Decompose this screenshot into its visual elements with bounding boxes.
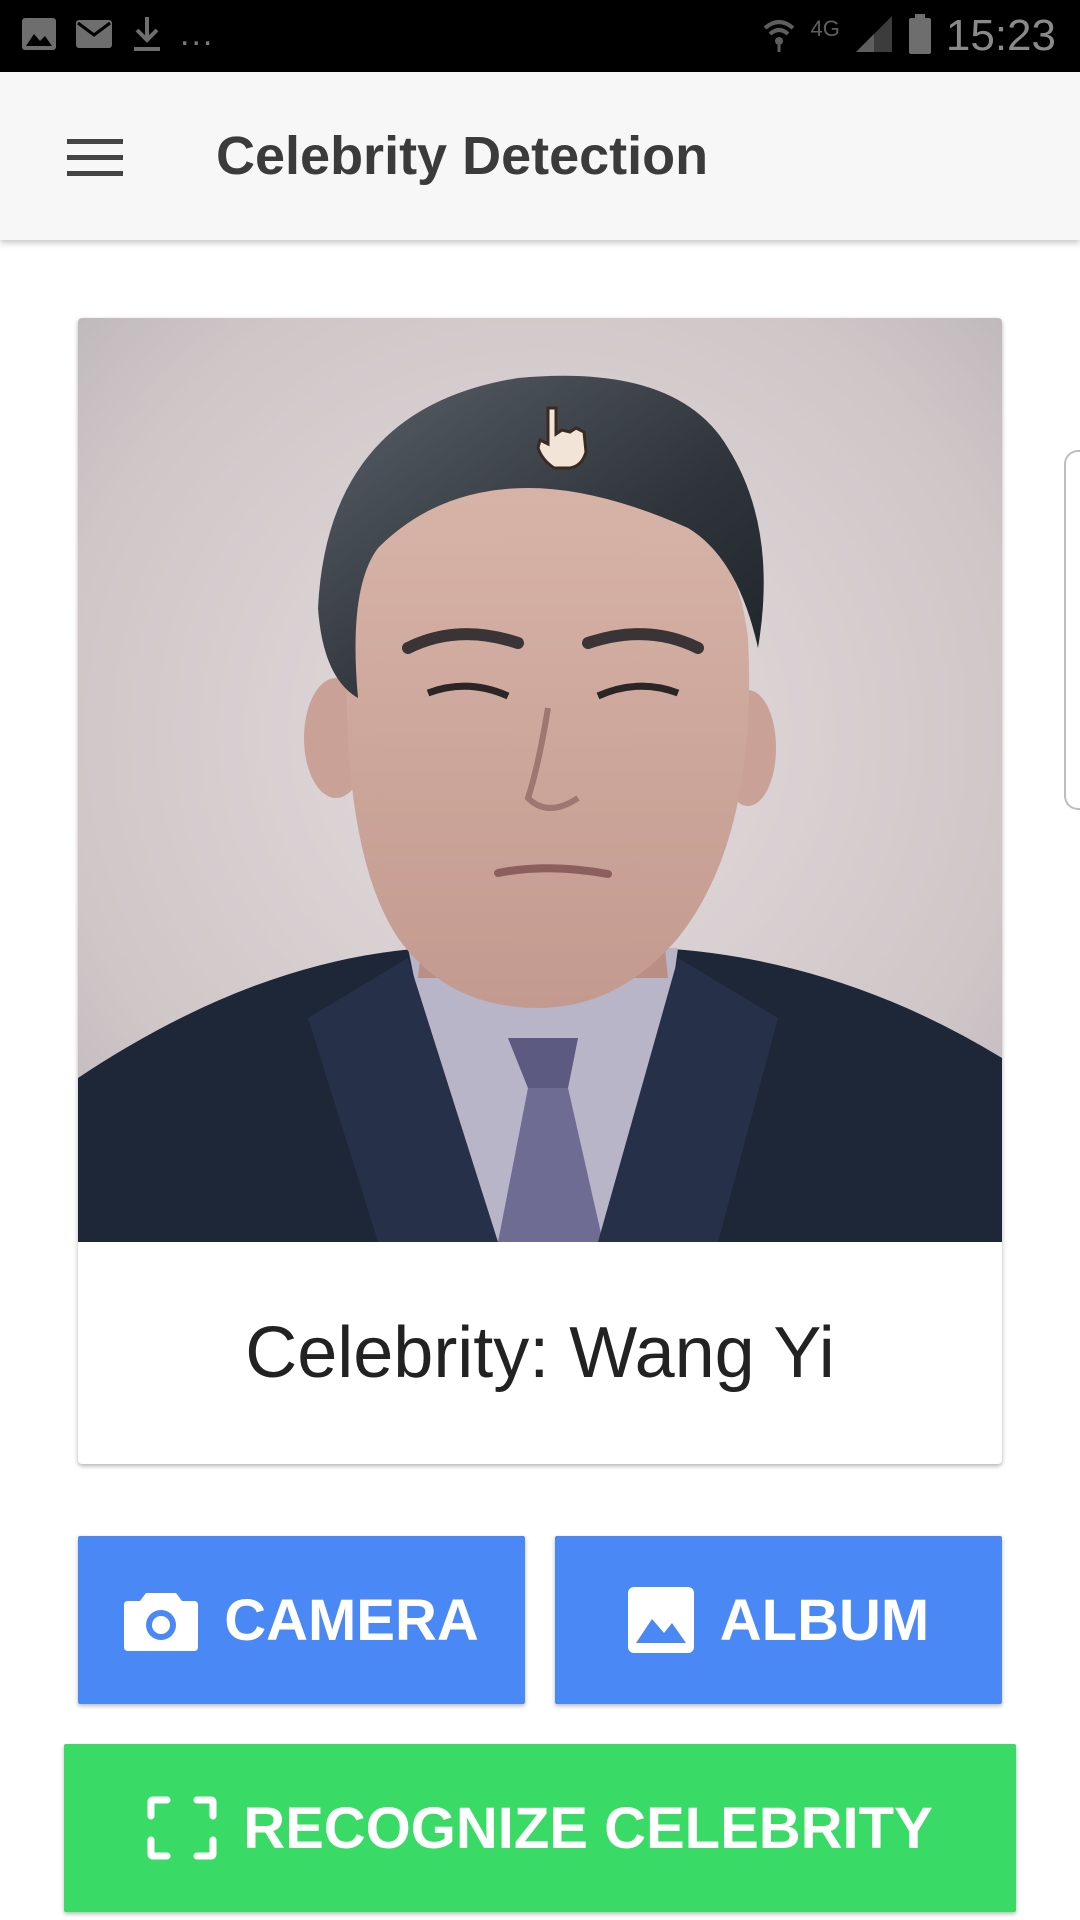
celebrity-result-text: Celebrity: Wang Yi bbox=[245, 1313, 835, 1393]
battery-icon bbox=[908, 13, 932, 60]
download-icon bbox=[130, 15, 164, 53]
camera-button[interactable]: CAMERA bbox=[78, 1536, 525, 1704]
status-time: 15:23 bbox=[945, 11, 1056, 60]
result-card: Celebrity: Wang Yi bbox=[78, 318, 1002, 1464]
app-bar: Celebrity Detection bbox=[0, 72, 1080, 240]
network-type-label: 4G bbox=[810, 16, 840, 41]
wifi-icon bbox=[761, 14, 797, 59]
album-button[interactable]: ALBUM bbox=[555, 1536, 1002, 1704]
image-icon bbox=[20, 16, 58, 52]
image-icon bbox=[627, 1587, 694, 1653]
notification-icons: ... bbox=[20, 14, 214, 54]
status-icons: 4G 15:23 bbox=[761, 10, 1056, 62]
status-bar: ... 4G 15:23 bbox=[0, 0, 1080, 72]
mail-icon bbox=[74, 17, 114, 51]
camera-button-label: CAMERA bbox=[224, 1587, 479, 1653]
camera-icon bbox=[124, 1589, 199, 1651]
celebrity-photo bbox=[78, 318, 1002, 1242]
recognize-button-label: RECOGNIZE CELEBRITY bbox=[243, 1795, 933, 1861]
hamburger-menu-icon[interactable] bbox=[56, 128, 136, 188]
side-panel-handle[interactable] bbox=[1064, 450, 1080, 810]
recognize-celebrity-button[interactable]: RECOGNIZE CELEBRITY bbox=[64, 1744, 1016, 1912]
scan-frame-icon bbox=[147, 1796, 217, 1860]
signal-icon bbox=[854, 14, 894, 59]
app-title: Celebrity Detection bbox=[216, 126, 709, 186]
overflow-dots: ... bbox=[180, 15, 215, 53]
album-button-label: ALBUM bbox=[719, 1587, 930, 1653]
